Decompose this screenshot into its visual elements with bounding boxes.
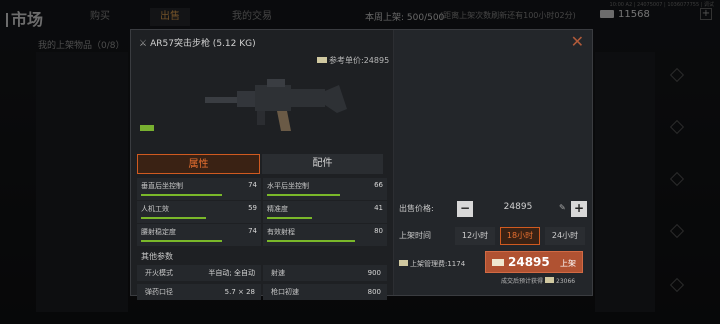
- param-row: 射速 900: [263, 265, 387, 281]
- stat-value: 66: [374, 181, 383, 189]
- stat-label: 腰射稳定度: [141, 228, 176, 236]
- stat-value: 59: [248, 204, 257, 212]
- list-label: 上架: [560, 259, 576, 268]
- stat-bar: [141, 240, 222, 242]
- duration-12h-button[interactable]: 12小时: [455, 227, 495, 245]
- stat-row: 垂直后坐控制 74: [137, 178, 261, 200]
- stat-row: 水平后坐控制 66: [263, 178, 387, 200]
- stat-value: 80: [374, 227, 383, 235]
- tab-attributes[interactable]: 属性: [137, 154, 260, 174]
- stat-bar: [141, 217, 206, 219]
- increase-button[interactable]: +: [571, 201, 587, 217]
- stat-label: 水平后坐控制: [267, 182, 309, 190]
- param-label: 枪口初速: [271, 288, 299, 296]
- param-row: 开火模式 半自动; 全自动: [137, 265, 261, 281]
- param-label: 开火模式: [145, 269, 173, 277]
- stat-row: 腰射稳定度 74: [137, 224, 261, 246]
- tab-attachments[interactable]: 配件: [262, 154, 383, 174]
- stat-label: 有效射程: [267, 228, 295, 236]
- param-value: 800: [367, 288, 381, 296]
- stat-label: 人机工效: [141, 205, 169, 213]
- other-params-title: 其他参数: [141, 252, 173, 261]
- param-row: 枪口初速 800: [263, 284, 387, 300]
- stat-value: 41: [374, 204, 383, 212]
- stat-value: 74: [248, 181, 257, 189]
- param-row: 弹药口径 5.7 × 28: [137, 284, 261, 300]
- decrease-button[interactable]: −: [457, 201, 473, 217]
- stat-row: 人机工效 59: [137, 201, 261, 223]
- item-title: ⚔ AR57突击步枪 (5.12 KG): [139, 39, 256, 49]
- param-value: 5.7 × 28: [224, 288, 255, 296]
- listing-fee: 上架管理费:1174: [399, 259, 465, 269]
- listing-dialog: ⚔ AR57突击步枪 (5.12 KG) ✕ 参考单价:24895 属性 配件 垂…: [130, 29, 593, 300]
- duration-24h-button[interactable]: 24小时: [545, 227, 585, 245]
- price-tag-icon: [492, 259, 504, 266]
- pencil-icon[interactable]: ✎: [559, 203, 566, 212]
- stat-bar: [141, 194, 222, 196]
- stat-value: 74: [248, 227, 257, 235]
- stats-grid: 垂直后坐控制 74 水平后坐控制 66 人机工效 59 精准度 41 腰射稳定度 74 有效射程 80: [137, 178, 387, 247]
- price-tag-icon: [399, 260, 408, 266]
- param-label: 弹药口径: [145, 288, 173, 296]
- param-label: 射速: [271, 269, 285, 277]
- param-value: 半自动; 全自动: [208, 269, 255, 277]
- list-amount: 24895: [508, 255, 550, 269]
- stat-bar: [267, 217, 312, 219]
- duration-18h-button[interactable]: 18小时: [500, 227, 540, 245]
- price-label: 出售价格:: [399, 204, 434, 213]
- price-row: 出售价格: − 24895 ✎ +: [399, 200, 589, 218]
- stat-bar: [267, 194, 340, 196]
- price-tag-icon: [545, 277, 555, 283]
- list-button[interactable]: 24895 上架: [485, 251, 583, 273]
- expected-earnings: 成交后预计获得 23066: [501, 277, 576, 285]
- params-grid: 开火模式 半自动; 全自动 射速 900 弹药口径 5.7 × 28 枪口初速 800: [137, 265, 387, 303]
- duration-label: 上架时间: [399, 231, 431, 240]
- weapon-image: [139, 65, 384, 150]
- rifle-image: [205, 79, 347, 131]
- stat-label: 垂直后坐控制: [141, 182, 183, 190]
- stat-label: 精准度: [267, 205, 288, 213]
- price-tag-icon: [317, 57, 327, 63]
- stat-tabs: 属性 配件: [137, 154, 385, 174]
- stat-bar: [267, 240, 355, 242]
- param-value: 900: [367, 269, 381, 277]
- stats-column: 属性 配件 垂直后坐控制 74 水平后坐控制 66 人机工效 59 精准度 41 腰射稳定度 74…: [137, 154, 387, 303]
- divider: [393, 30, 394, 295]
- ammo-icon: [140, 125, 154, 131]
- rifle-icon: ⚔: [139, 39, 148, 49]
- duration-row: 上架时间 12小时 18小时 24小时: [399, 227, 589, 245]
- stat-row: 有效射程 80: [263, 224, 387, 246]
- stat-row: 精准度 41: [263, 201, 387, 223]
- close-icon[interactable]: ✕: [571, 32, 584, 51]
- price-input[interactable]: 24895: [479, 202, 557, 212]
